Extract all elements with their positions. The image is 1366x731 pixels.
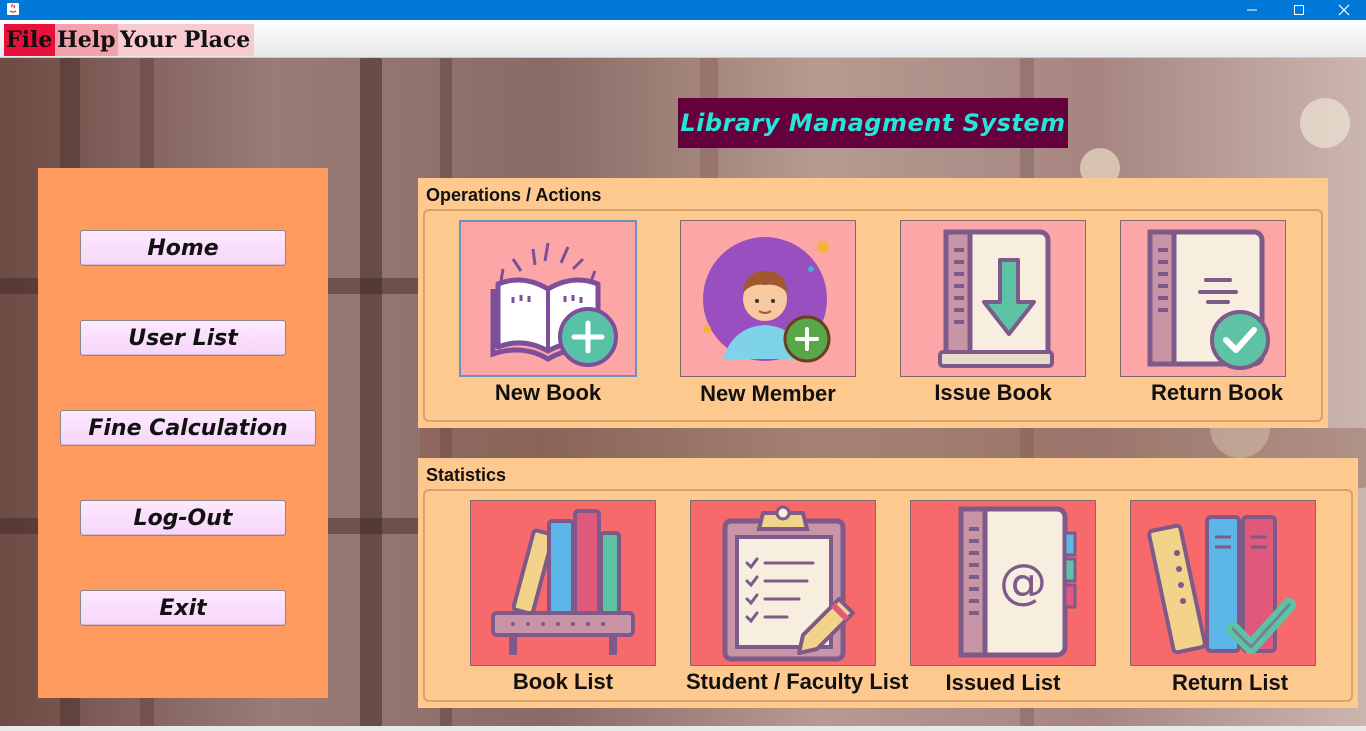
book-list-label: Book List — [512, 669, 614, 694]
maximize-icon — [1294, 5, 1304, 15]
new-book-label: New Book — [494, 380, 602, 405]
window-title-bar — [0, 0, 1366, 20]
close-icon — [1338, 4, 1350, 16]
issue-book-label: Issue Book — [934, 380, 1052, 405]
issued-list-tile[interactable]: @ Issued List — [910, 500, 1096, 696]
return-book-tile[interactable]: Return Book — [1120, 220, 1314, 410]
return-book-label: Return Book — [1151, 380, 1283, 405]
book-list-icon — [491, 509, 635, 655]
clipboard-list-icon — [722, 505, 855, 662]
issue-book-tile[interactable]: Issue Book — [900, 220, 1086, 410]
menu-your-place[interactable]: Your Place — [118, 24, 254, 56]
operations-title: Operations / Actions — [426, 185, 602, 205]
return-list-label: Return List — [1171, 670, 1289, 695]
return-list-icon — [1147, 515, 1296, 655]
issue-book-icon — [938, 229, 1054, 368]
book-list-tile[interactable]: Book List — [470, 500, 656, 696]
minimize-button[interactable] — [1229, 0, 1275, 20]
issued-list-icon: @ — [958, 506, 1077, 658]
fine-calculation-button[interactable]: Fine Calculation — [60, 410, 316, 446]
return-list-tile[interactable]: Return List — [1130, 500, 1330, 696]
menu-bar: File Help Your Place — [0, 20, 1366, 58]
logout-button[interactable]: Log-Out — [80, 500, 286, 536]
operations-panel: Operations / Actions New Book New Member… — [418, 178, 1328, 428]
menu-help[interactable]: Help — [55, 24, 118, 56]
return-book-icon — [1147, 229, 1270, 370]
statistics-panel: Statistics Book List Student / Faculty L… — [418, 458, 1358, 708]
maximize-button[interactable] — [1276, 0, 1322, 20]
student-faculty-list-tile[interactable]: Student / Faculty List — [686, 500, 909, 696]
new-member-tile[interactable]: New Member — [680, 220, 856, 410]
new-member-label: New Member — [700, 381, 836, 406]
java-app-icon — [7, 3, 19, 15]
new-book-tile[interactable]: New Book — [459, 220, 637, 410]
home-button[interactable]: Home — [80, 230, 286, 266]
sidebar-panel: Home User List Fine Calculation Log-Out … — [38, 168, 328, 698]
statistics-title: Statistics — [426, 465, 507, 485]
minimize-icon — [1247, 9, 1257, 11]
new-book-icon — [490, 242, 618, 367]
exit-button[interactable]: Exit — [80, 590, 286, 626]
user-list-button[interactable]: User List — [80, 320, 286, 356]
app-title: Library Managment System — [678, 98, 1068, 148]
issued-list-label: Issued List — [945, 670, 1061, 695]
new-member-icon — [703, 236, 831, 362]
menu-file[interactable]: File — [4, 24, 55, 56]
window-bottom-edge — [0, 726, 1366, 731]
svg-text:@: @ — [999, 554, 1047, 610]
close-button[interactable] — [1321, 0, 1366, 20]
student-faculty-list-label: Student / Faculty List — [686, 669, 909, 694]
